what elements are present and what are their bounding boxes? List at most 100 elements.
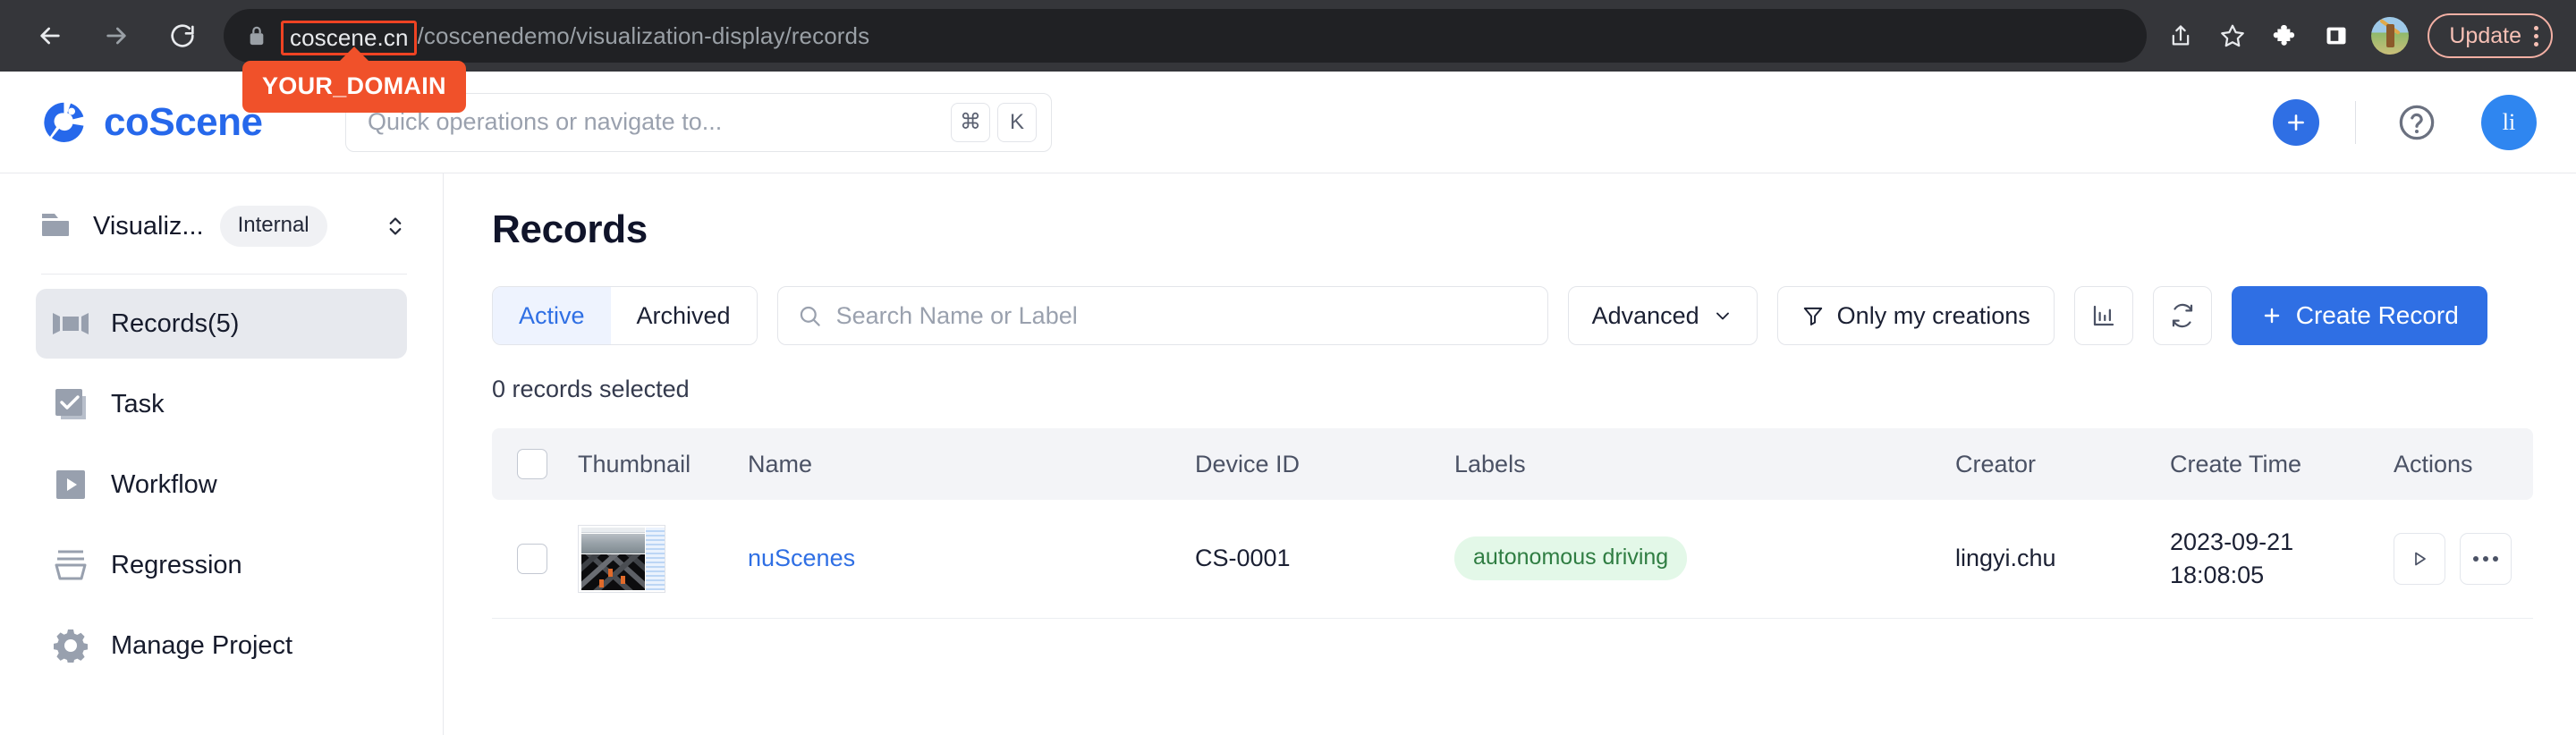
column-creator: Creator xyxy=(1955,428,2170,500)
play-icon xyxy=(2415,552,2426,566)
arrow-right-icon xyxy=(106,27,126,45)
column-labels: Labels xyxy=(1454,428,1955,500)
arrow-left-icon xyxy=(40,27,60,45)
update-button[interactable]: Update xyxy=(2428,13,2553,58)
column-thumbnail: Thumbnail xyxy=(578,428,748,500)
side-panel-button[interactable] xyxy=(2311,11,2361,61)
bookmark-button[interactable] xyxy=(2207,11,2258,61)
table-header: Thumbnail Name Device ID Labels Creator … xyxy=(492,428,2533,500)
user-avatar[interactable]: li xyxy=(2481,94,2537,150)
kbd-key: K xyxy=(997,102,1037,142)
row-actions-cell xyxy=(2394,500,2533,619)
main-content: Records Active Archived Search Name or L… xyxy=(444,173,2576,735)
select-all-header xyxy=(492,428,578,500)
refresh-button[interactable] xyxy=(2152,286,2212,345)
row-name-cell: nuScenes xyxy=(748,500,1195,619)
body: Visualiz... Internal Records(5) Task Wor… xyxy=(0,173,2576,735)
page-title: Records xyxy=(492,207,648,251)
back-button[interactable] xyxy=(23,9,77,63)
sidebar-item-regression[interactable]: Regression xyxy=(36,530,407,600)
play-button[interactable] xyxy=(2394,532,2445,585)
coscene-logo-icon xyxy=(44,102,84,142)
only-my-creations-label: Only my creations xyxy=(1836,301,2030,329)
row-thumbnail-cell xyxy=(578,500,748,619)
sidebar-item-label: Regression xyxy=(111,550,242,579)
chevron-down-icon xyxy=(1716,312,1729,320)
project-visibility-badge: Internal xyxy=(219,206,327,247)
share-icon xyxy=(2173,25,2190,46)
profile-avatar[interactable] xyxy=(2371,17,2410,55)
header-divider xyxy=(2355,100,2356,144)
sidebar-divider xyxy=(41,274,407,275)
select-all-checkbox[interactable] xyxy=(517,449,547,479)
browser-nav-buttons xyxy=(23,9,209,63)
puzzle-icon xyxy=(2274,25,2295,46)
header-actions: li xyxy=(2273,94,2537,150)
records-toolbar: Active Archived Search Name or Label Adv… xyxy=(492,286,2533,345)
your-domain-callout: YOUR_DOMAIN xyxy=(242,61,466,113)
status-tabs: Active Archived xyxy=(492,286,758,345)
star-icon xyxy=(2221,24,2245,47)
extensions-button[interactable] xyxy=(2259,11,2309,61)
project-selector[interactable]: Visualiz... Internal xyxy=(41,199,407,254)
advanced-filter-button[interactable]: Advanced xyxy=(1567,286,1758,345)
search-icon xyxy=(800,306,820,326)
column-create-time: Create Time xyxy=(2170,428,2394,500)
sidebar-item-manage-project[interactable]: Manage Project xyxy=(36,611,407,680)
bar-chart-icon xyxy=(2093,305,2114,326)
side-panel-icon xyxy=(2326,27,2346,45)
search-input[interactable]: Search Name or Label xyxy=(776,286,1548,345)
sidebar: Visualiz... Internal Records(5) Task Wor… xyxy=(0,173,444,735)
record-name-link[interactable]: nuScenes xyxy=(748,545,855,571)
label-tag[interactable]: autonomous driving xyxy=(1454,536,1688,581)
folder-icon xyxy=(42,214,69,236)
row-device-id-cell: CS-0001 xyxy=(1195,500,1454,619)
create-clock: 18:08:05 xyxy=(2170,561,2265,588)
tab-archived[interactable]: Archived xyxy=(610,287,757,344)
sidebar-item-label: Manage Project xyxy=(111,630,293,660)
help-button[interactable] xyxy=(2392,97,2442,148)
sidebar-item-label: Records(5) xyxy=(111,308,240,338)
plus-icon xyxy=(2264,308,2279,324)
sidebar-item-workflow[interactable]: Workflow xyxy=(36,450,407,520)
reload-button[interactable] xyxy=(156,9,209,63)
refresh-icon xyxy=(2172,303,2192,328)
advanced-label: Advanced xyxy=(1591,301,1699,329)
kbd-modifier: ⌘ xyxy=(951,102,990,142)
sidebar-item-task[interactable]: Task xyxy=(36,369,407,439)
row-create-time-cell: 2023-09-21 18:08:05 xyxy=(2170,500,2394,619)
column-device-id: Device ID xyxy=(1195,428,1454,500)
row-labels-cell: autonomous driving xyxy=(1454,500,1955,619)
sidebar-item-records[interactable]: Records(5) xyxy=(36,289,407,359)
kebab-menu-icon[interactable] xyxy=(2534,25,2538,46)
layers-icon xyxy=(52,546,89,584)
chart-view-button[interactable] xyxy=(2073,286,2133,345)
update-label: Update xyxy=(2449,22,2521,48)
table-body: nuScenes CS-0001 autonomous driving ling… xyxy=(492,500,2533,619)
record-thumbnail[interactable] xyxy=(578,524,665,593)
more-actions-button[interactable] xyxy=(2460,532,2512,585)
app-header: coScene Quick operations or navigate to.… xyxy=(0,61,2576,173)
chevron-up-down-icon[interactable] xyxy=(384,211,407,241)
only-my-creations-button[interactable]: Only my creations xyxy=(1776,286,2055,345)
forward-button[interactable] xyxy=(89,9,143,63)
column-name: Name xyxy=(748,428,1195,500)
add-button[interactable] xyxy=(2273,98,2319,146)
create-record-label: Create Record xyxy=(2295,301,2459,329)
checkbox-stack-icon xyxy=(52,385,89,423)
records-table: Thumbnail Name Device ID Labels Creator … xyxy=(492,428,2533,619)
sidebar-item-label: Workflow xyxy=(111,469,217,499)
row-creator-cell: lingyi.chu xyxy=(1955,500,2170,619)
tab-active[interactable]: Active xyxy=(493,287,611,344)
selection-count: 0 records selected xyxy=(492,376,690,402)
column-actions: Actions xyxy=(2394,428,2533,500)
share-button[interactable] xyxy=(2156,11,2206,61)
brand-name: coScene xyxy=(104,99,263,144)
more-horizontal-icon xyxy=(2473,555,2498,562)
address-bar[interactable]: coscene.cn/coscenedemo/visualization-dis… xyxy=(224,9,2148,63)
table-row[interactable]: nuScenes CS-0001 autonomous driving ling… xyxy=(492,500,2533,619)
create-record-button[interactable]: Create Record xyxy=(2231,286,2487,345)
row-checkbox[interactable] xyxy=(517,543,547,574)
play-square-icon xyxy=(52,466,89,503)
lock-icon xyxy=(247,24,267,47)
